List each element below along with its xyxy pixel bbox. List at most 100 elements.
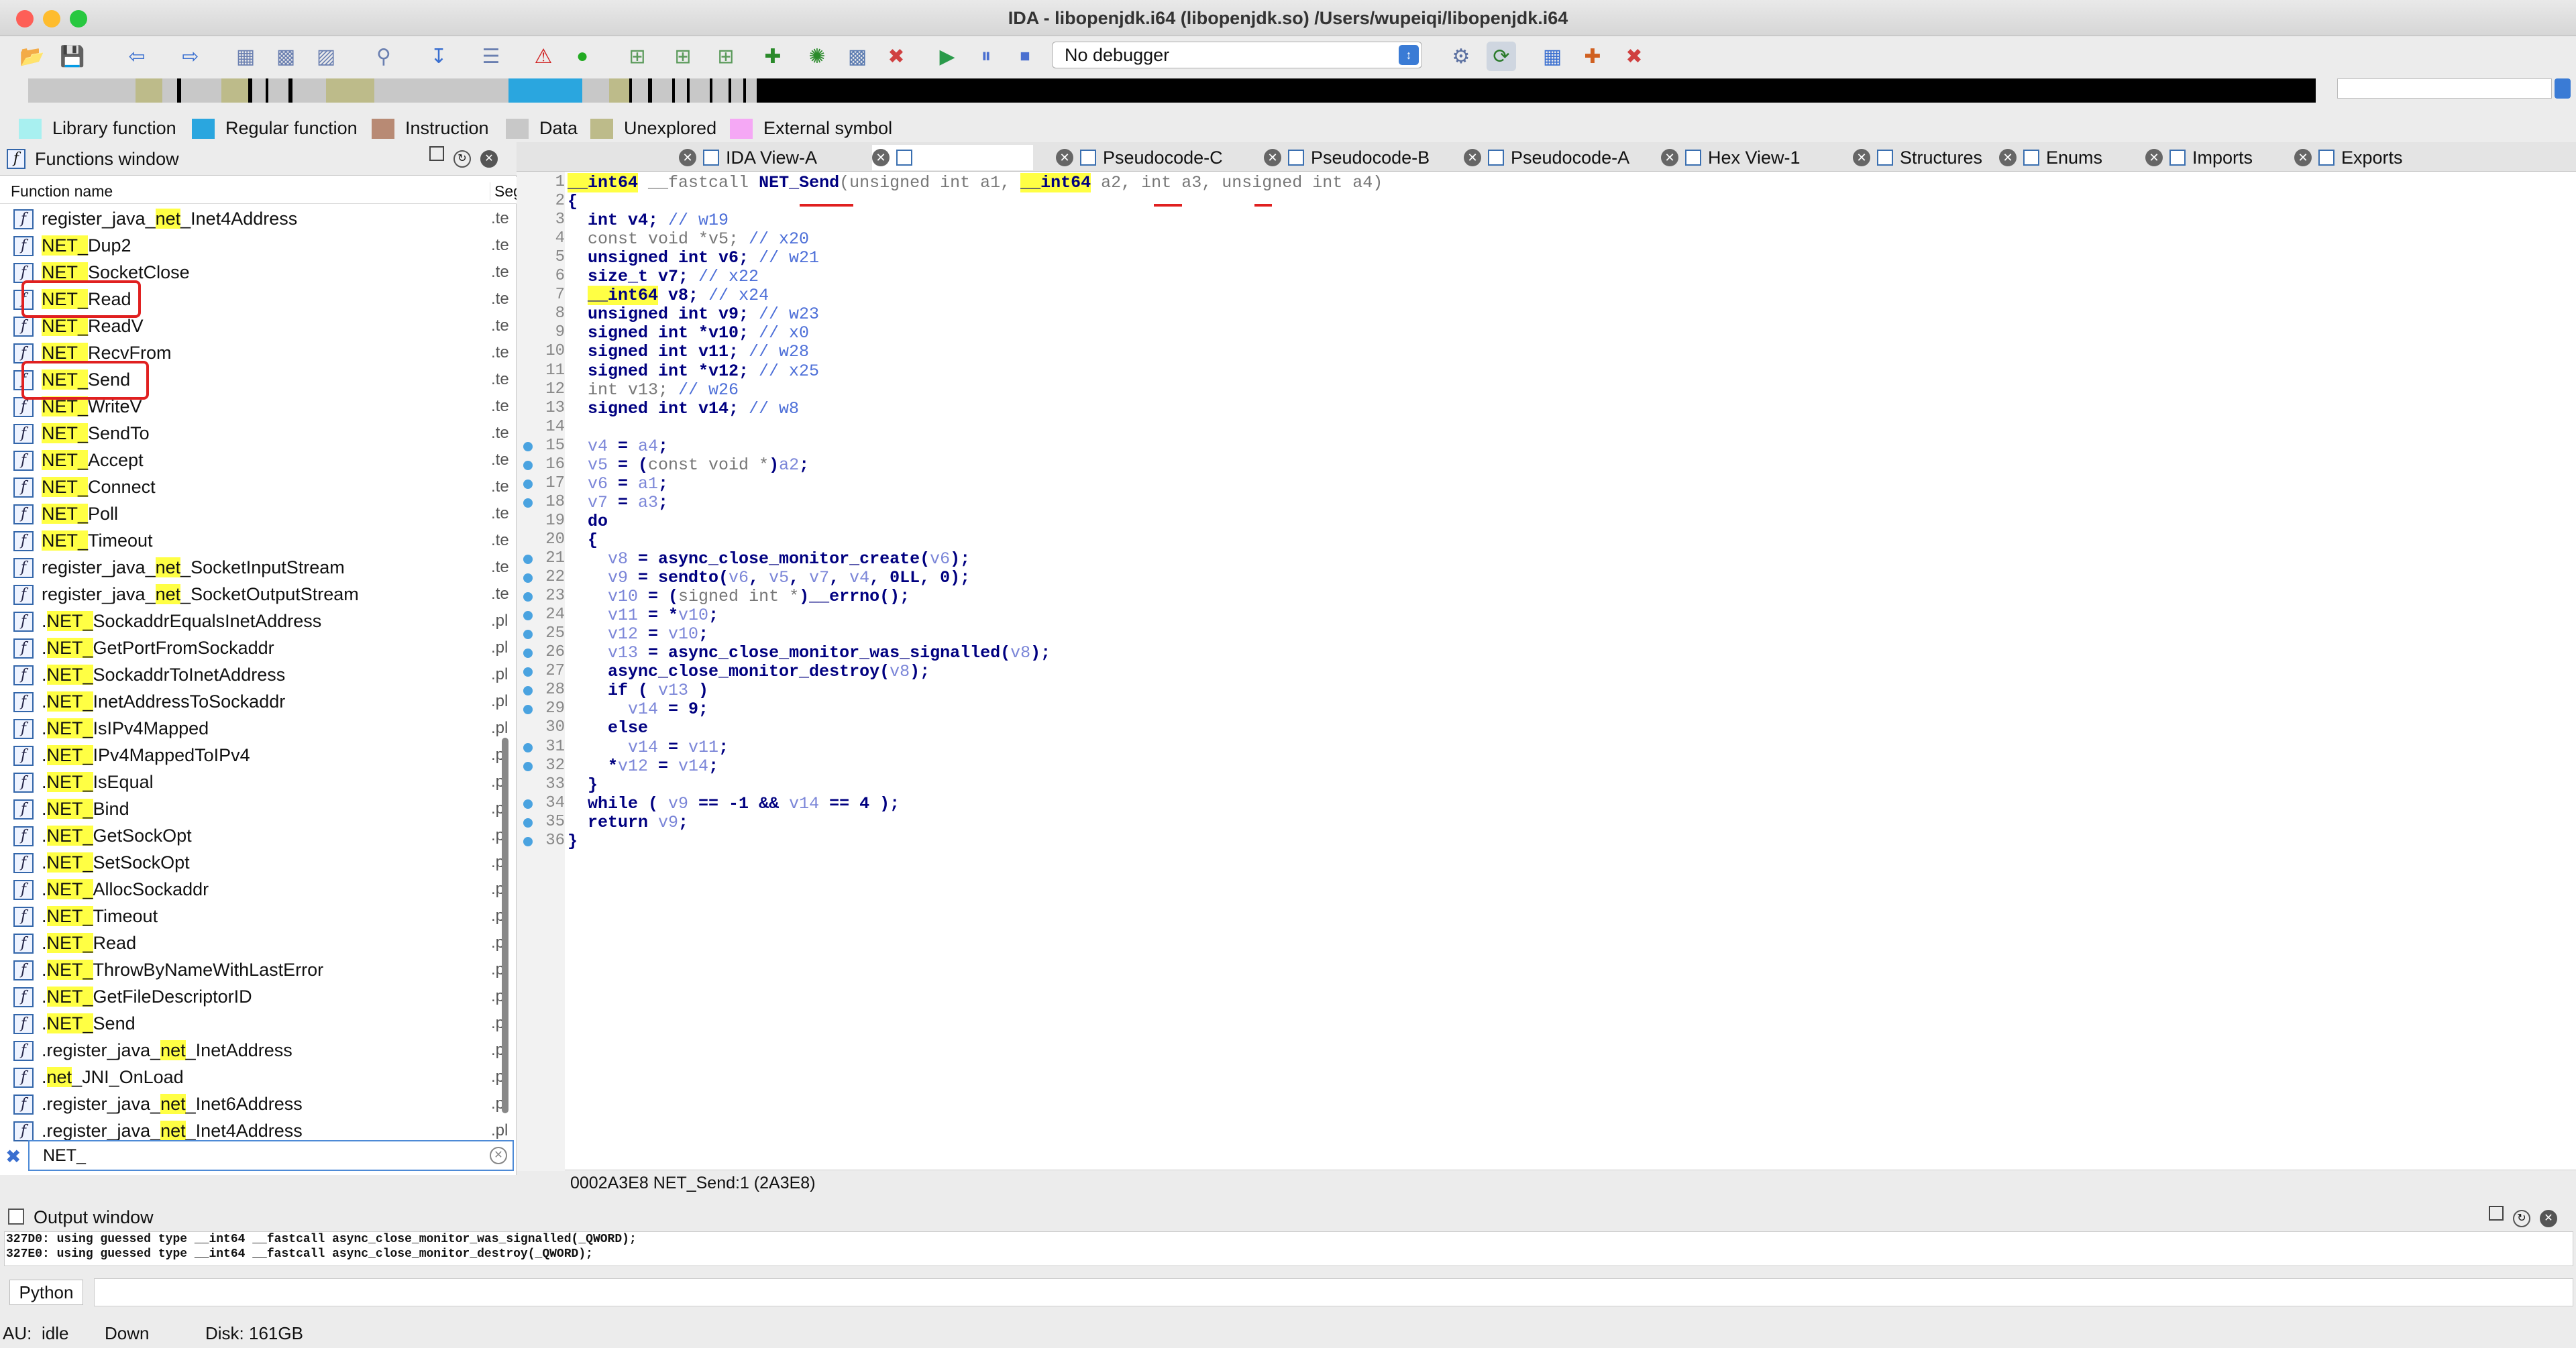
remove-breakpoint-icon[interactable]: ✖ — [1619, 42, 1649, 71]
save-icon[interactable]: 💾 — [58, 42, 87, 71]
code-line[interactable]: __int64 v8; // x24 — [568, 286, 769, 306]
breakpoint-dot-icon[interactable] — [523, 498, 533, 508]
open-folder-icon[interactable]: 📂 — [17, 42, 47, 71]
navigation-overview[interactable] — [2337, 78, 2552, 99]
function-row[interactable]: f register_java_net_SocketOutputStream .te — [0, 581, 517, 608]
text-search-icon[interactable]: ▩ — [271, 42, 301, 71]
breakpoint-dot-icon[interactable] — [523, 479, 533, 489]
code-line[interactable]: return v9; — [568, 813, 688, 832]
plugin-icon[interactable]: ✚ — [758, 42, 788, 71]
tab-enums[interactable]: ✕ Enums — [1999, 145, 2102, 170]
tab-structures[interactable]: ✕ Structures — [1853, 145, 1982, 170]
command-input[interactable] — [94, 1278, 2573, 1306]
add-chunk-icon[interactable]: ⊞ — [668, 42, 698, 71]
function-row[interactable]: f .NET_ThrowByNameWithLastError .pl — [0, 956, 517, 983]
close-tab-icon[interactable]: ✕ — [1264, 149, 1281, 166]
maximize-icon[interactable] — [429, 146, 444, 161]
function-row[interactable]: f .NET_Read .pl — [0, 930, 517, 956]
code-line[interactable]: v10 = (signed int *)__errno(); — [568, 587, 910, 606]
warning-icon[interactable]: ⚠ — [529, 42, 558, 71]
function-row[interactable]: f NET_Connect .te — [0, 473, 517, 500]
function-row[interactable]: f .NET_Bind .pl — [0, 795, 517, 822]
code-line[interactable]: v11 = *v10; — [568, 606, 718, 625]
export-icon[interactable]: ⊞ — [711, 42, 741, 71]
graph-icon[interactable]: ✺ — [802, 42, 832, 71]
jump-down-icon[interactable]: ↧ — [424, 42, 453, 71]
refresh-icon[interactable]: ⟳ — [1487, 42, 1516, 71]
breakpoint-dot-icon[interactable] — [523, 441, 533, 451]
breakpoint-dot-icon[interactable] — [523, 592, 533, 602]
function-row[interactable]: f .NET_GetFileDescriptorID .pl — [0, 983, 517, 1010]
close-icon[interactable]: ✕ — [480, 150, 498, 168]
column-function-name[interactable]: Function name — [11, 182, 113, 201]
attach-icon[interactable]: ⚙ — [1446, 42, 1476, 71]
function-row[interactable]: f .NET_GetPortFromSockaddr .pl — [0, 634, 517, 661]
tab-hex-view-1[interactable]: ✕ Hex View-1 — [1661, 145, 1801, 170]
clear-filter-icon[interactable]: ✖ — [5, 1145, 21, 1168]
code-line[interactable]: signed int v11; // w28 — [568, 342, 809, 361]
code-line[interactable]: v14 = 9; — [568, 699, 708, 719]
float-icon[interactable]: ↻ — [2513, 1210, 2530, 1227]
close-tab-icon[interactable]: ✕ — [1661, 149, 1678, 166]
code-line[interactable]: { — [568, 192, 578, 211]
back-arrow-icon[interactable]: ⇦ — [122, 42, 152, 71]
function-row[interactable]: f .NET_SetSockOpt .pl — [0, 849, 517, 876]
code-line[interactable]: } — [568, 775, 598, 795]
binary-icon[interactable]: ▦ — [231, 42, 260, 71]
function-row[interactable]: f NET_Dup2 .te — [0, 232, 517, 259]
code-line[interactable]: v5 = (const void *)a2; — [568, 455, 809, 475]
code-line[interactable]: unsigned int v9; // w23 — [568, 304, 819, 324]
run-icon[interactable]: ▶ — [932, 42, 962, 71]
function-row[interactable]: f .net_JNI_OnLoad .pl — [0, 1064, 517, 1090]
close-tab-icon[interactable]: ✕ — [1999, 149, 2017, 166]
code-line[interactable]: *v12 = v14; — [568, 756, 718, 776]
breakpoint-icon[interactable]: ✚ — [1578, 42, 1607, 71]
output-window-body[interactable]: 327D0: using guessed type __int64 __fast… — [4, 1231, 2573, 1266]
tab-pseudocode-c[interactable]: ✕ Pseudocode-C — [1056, 145, 1223, 170]
code-line[interactable]: v8 = async_close_monitor_create(v6); — [568, 549, 970, 569]
close-tab-icon[interactable]: ✕ — [872, 149, 890, 166]
list-icon[interactable]: ☰ — [476, 42, 506, 71]
code-line[interactable]: } — [568, 832, 578, 851]
stop-icon[interactable]: ⏹ — [1010, 42, 1040, 71]
function-row[interactable]: f register_java_net_SocketInputStream .te — [0, 554, 517, 581]
chart-icon[interactable]: ▩ — [843, 42, 872, 71]
code-line[interactable]: v9 = sendto(v6, v5, v7, v4, 0LL, 0); — [568, 568, 970, 587]
close-icon[interactable]: ✕ — [2540, 1210, 2557, 1227]
close-tab-icon[interactable]: ✕ — [2294, 149, 2312, 166]
function-row[interactable]: f .NET_IPv4MappedToIPv4 .pl — [0, 742, 517, 769]
functions-scrollbar[interactable] — [502, 738, 508, 1113]
search-icon[interactable]: ⚲ — [369, 42, 398, 71]
function-row[interactable]: f .NET_SockaddrToInetAddress .pl — [0, 661, 517, 688]
function-row[interactable]: f .NET_AllocSockaddr .pl — [0, 876, 517, 903]
breakpoint-dot-icon[interactable] — [523, 818, 533, 828]
code-line[interactable]: v4 = a4; — [568, 437, 668, 456]
code-line[interactable]: signed int *v12; // x25 — [568, 361, 819, 381]
tab-pseudocode-b[interactable]: ✕ Pseudocode-B — [1264, 145, 1430, 170]
breakpoint-dot-icon[interactable] — [523, 573, 533, 583]
code-line[interactable]: signed int *v10; // x0 — [568, 323, 809, 343]
close-tab-icon[interactable]: ✕ — [2145, 149, 2163, 166]
code-line[interactable]: __int64 __fastcall NET_Send(unsigned int… — [568, 173, 1383, 192]
close-tab-icon[interactable]: ✕ — [1056, 149, 1073, 166]
code-line[interactable]: size_t v7; // x22 — [568, 267, 759, 286]
close-tab-icon[interactable]: ✕ — [1853, 149, 1870, 166]
navigation-band[interactable] — [28, 78, 2316, 103]
tab-exports[interactable]: ✕ Exports — [2294, 145, 2403, 170]
code-line[interactable]: do — [568, 512, 608, 531]
function-row[interactable]: f .NET_IsEqual .pl — [0, 769, 517, 795]
book-icon[interactable]: ▦ — [1538, 42, 1567, 71]
close-tab-icon[interactable]: ✕ — [1464, 149, 1481, 166]
code-line[interactable]: async_close_monitor_destroy(v8); — [568, 662, 930, 681]
clear-input-icon[interactable]: ✕ — [490, 1147, 507, 1164]
code-line[interactable]: signed int v14; // w8 — [568, 399, 799, 418]
function-row[interactable]: f .NET_Send .pl — [0, 1010, 517, 1037]
add-function-icon[interactable]: ⊞ — [623, 42, 652, 71]
function-row[interactable]: f NET_Accept .te — [0, 447, 517, 473]
function-row[interactable]: f NET_Poll .te — [0, 500, 517, 527]
code-line[interactable]: int v13; // w26 — [568, 380, 739, 400]
code-line[interactable]: { — [568, 530, 598, 550]
function-row[interactable]: f .NET_InetAddressToSockaddr .pl — [0, 688, 517, 715]
function-row[interactable]: f .NET_GetSockOpt .pl — [0, 822, 517, 849]
code-line[interactable]: unsigned int v6; // w21 — [568, 248, 819, 268]
